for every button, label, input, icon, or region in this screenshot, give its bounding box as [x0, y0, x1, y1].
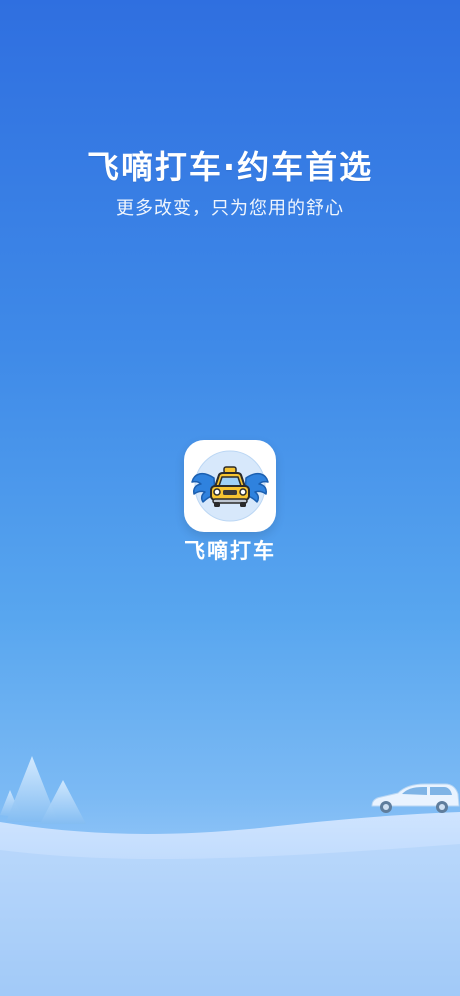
app-name: 飞嘀打车	[184, 539, 276, 563]
app-logo	[184, 440, 276, 532]
mountain-icon	[0, 756, 86, 824]
car-icon	[371, 783, 460, 813]
splash-headline: 飞嘀打车·约车首选	[86, 148, 374, 186]
splash-subline: 更多改变，只为您用的舒心	[116, 198, 344, 219]
winged-taxi-icon	[191, 450, 269, 522]
landscape-illustration	[0, 756, 460, 996]
splash-screen: 飞嘀打车·约车首选 更多改变，只为您用的舒心 飞嘀打车	[0, 0, 460, 996]
